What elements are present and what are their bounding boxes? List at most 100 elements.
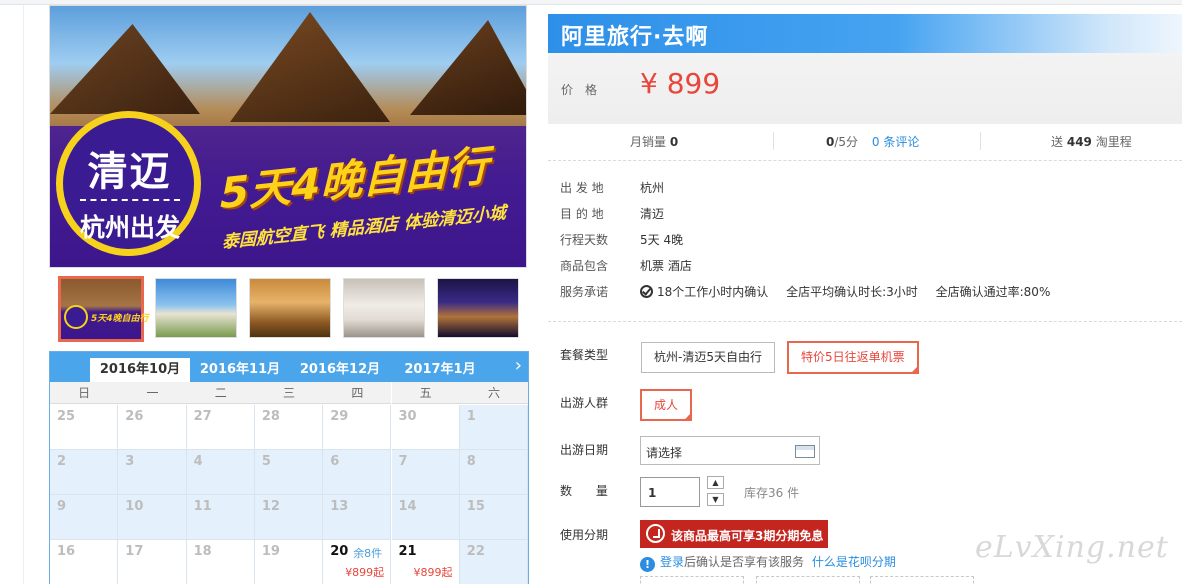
points-value: 449 — [1066, 135, 1092, 149]
installment-label: 使用分期 — [560, 528, 609, 542]
info-value: 机票 酒店 — [640, 259, 692, 273]
section-divider — [548, 321, 1182, 322]
info-label: 出 发 地 — [560, 181, 604, 195]
login-link[interactable]: 登录 — [660, 555, 684, 569]
installment-plan-option[interactable] — [756, 576, 860, 584]
points-prefix: 送 — [1051, 135, 1064, 149]
info-value: 杭州 — [640, 181, 665, 195]
day-number: 2 — [57, 454, 67, 469]
day-number: 1 — [466, 409, 476, 424]
quantity-value: 1 — [648, 486, 657, 500]
rating: 0/5分 0 条评论 — [826, 133, 919, 150]
tab-month-1[interactable]: 2016年10月 — [90, 358, 190, 382]
calendar-day: 4 — [186, 450, 255, 495]
thumb-2[interactable] — [155, 278, 237, 338]
thumb-5[interactable] — [437, 278, 519, 338]
calendar-day: 6 — [323, 450, 392, 495]
day-price: ¥899起 — [345, 566, 385, 579]
calendar-day: 11 — [186, 495, 255, 540]
hero-banner[interactable]: 清迈 杭州出发 5天4晚自由行 泰国航空直飞 精品酒店 体验清迈小城 — [49, 5, 527, 268]
info-includes: 商品包含 机票 酒店 — [560, 257, 692, 274]
points: 送 449 淘里程 — [1051, 133, 1132, 150]
installment-banner-text: 该商品最高可享3期分期免息 — [671, 529, 824, 543]
thumb-3[interactable] — [249, 278, 331, 338]
info-duration: 行程天数 5天 4晚 — [560, 231, 683, 248]
package-option-2[interactable]: 特价5日往返单机票 — [787, 341, 919, 375]
tab-month-3[interactable]: 2016年12月 — [290, 358, 390, 382]
huabei-help-link[interactable]: 什么是花呗分期 — [812, 555, 896, 569]
tab-month-2[interactable]: 2016年11月 — [190, 358, 290, 382]
installment-plan-option[interactable] — [870, 576, 974, 584]
info-label: 行程天数 — [560, 233, 609, 247]
brand-name: 阿里旅行·去啊 — [561, 25, 709, 50]
price-box: 价格 ¥ 899 — [548, 53, 1182, 124]
weekday-header: 四 — [323, 382, 392, 404]
banner-badge-city: 清迈 — [87, 149, 172, 195]
date-placeholder: 请选择 — [646, 446, 683, 460]
calendar-day: 17 — [118, 540, 187, 584]
calendar-day: 7 — [391, 450, 460, 495]
calendar-month-tabs: 2016年10月 2016年11月 2016年12月 2017年1月 › — [50, 352, 528, 382]
day-number: 13 — [330, 499, 349, 514]
installment-note: ! 登录后确认是否享有该服务 什么是花呗分期 — [640, 553, 896, 572]
calendar-day: 13 — [323, 495, 392, 540]
quantity-decrease-button[interactable]: ▼ — [707, 493, 724, 506]
weekday-header: 三 — [254, 382, 324, 404]
stats-bar: 月销量 0 0/5分 0 条评论 送 449 淘里程 — [548, 124, 1182, 160]
installment-banner[interactable]: 该商品最高可享3期分期免息 — [640, 520, 828, 548]
info-icon: ! — [640, 557, 655, 572]
check-circle-icon — [640, 285, 653, 298]
calendar-day: 14 — [391, 495, 460, 540]
date-field[interactable]: 请选择 — [640, 436, 820, 465]
day-number: 11 — [193, 499, 212, 514]
day-number: 30 — [398, 409, 417, 424]
calendar-day: 28 — [254, 405, 324, 450]
day-number: 9 — [57, 499, 67, 514]
calendar-day[interactable]: 21 ¥899起 — [392, 540, 460, 584]
weekday-header: 五 — [391, 382, 460, 404]
calendar-day: 1 — [459, 405, 528, 450]
package-option-1[interactable]: 杭州-清迈5天自由行 — [641, 342, 775, 373]
day-number: 27 — [193, 409, 212, 424]
day-number: 5 — [261, 454, 271, 469]
weekday-header: 二 — [186, 382, 255, 404]
calendar-day[interactable]: 20 余8件 ¥899起 — [323, 540, 392, 584]
day-number: 25 — [57, 409, 76, 424]
calendar-day: 5 — [254, 450, 324, 495]
installment-plan-option[interactable] — [640, 576, 744, 584]
thumb-4[interactable] — [343, 278, 425, 338]
day-number: 21 — [398, 544, 417, 559]
points-suffix: 淘里程 — [1095, 135, 1132, 149]
next-month-arrow-icon[interactable]: › — [515, 354, 522, 378]
calendar-day: 16 — [50, 540, 119, 584]
calendar-day: 10 — [118, 495, 187, 540]
info-destination: 目 的 地 清迈 — [560, 205, 664, 222]
thumb-badge — [64, 305, 88, 329]
tab-month-4[interactable]: 2017年1月 — [390, 358, 490, 382]
service-item: 18个工作小时内确认 — [657, 285, 769, 299]
left-rule — [23, 5, 24, 584]
quantity-input[interactable]: 1 — [640, 477, 700, 507]
calendar-day: 18 — [187, 540, 255, 584]
info-label: 服务承诺 — [560, 285, 609, 299]
calendar-day: 15 — [459, 495, 528, 540]
info-label: 商品包含 — [560, 259, 609, 273]
section-divider — [548, 160, 1182, 161]
calendar-day: 19 — [255, 540, 324, 584]
calendar-day: 26 — [118, 405, 187, 450]
reviews-link[interactable]: 0 条评论 — [872, 135, 919, 149]
price-value: ¥ 899 — [640, 67, 721, 100]
quantity-increase-button[interactable]: ▲ — [707, 476, 724, 489]
thumb-1[interactable]: 5天4晚自由行 — [58, 276, 149, 342]
calendar-icon[interactable] — [795, 445, 815, 458]
day-number: 8 — [466, 454, 476, 469]
stats-divider — [773, 132, 774, 150]
monthly-sales-value: 0 — [669, 135, 679, 149]
calendar-day: 22 — [459, 540, 528, 584]
temple-roof-center — [230, 12, 390, 122]
day-number: 12 — [261, 499, 280, 514]
day-number: 26 — [125, 409, 144, 424]
stock-text: 库存36 件 — [744, 486, 800, 500]
rating-suffix: /5分 — [834, 135, 859, 149]
traveler-option-adult[interactable]: 成人 — [640, 389, 693, 422]
